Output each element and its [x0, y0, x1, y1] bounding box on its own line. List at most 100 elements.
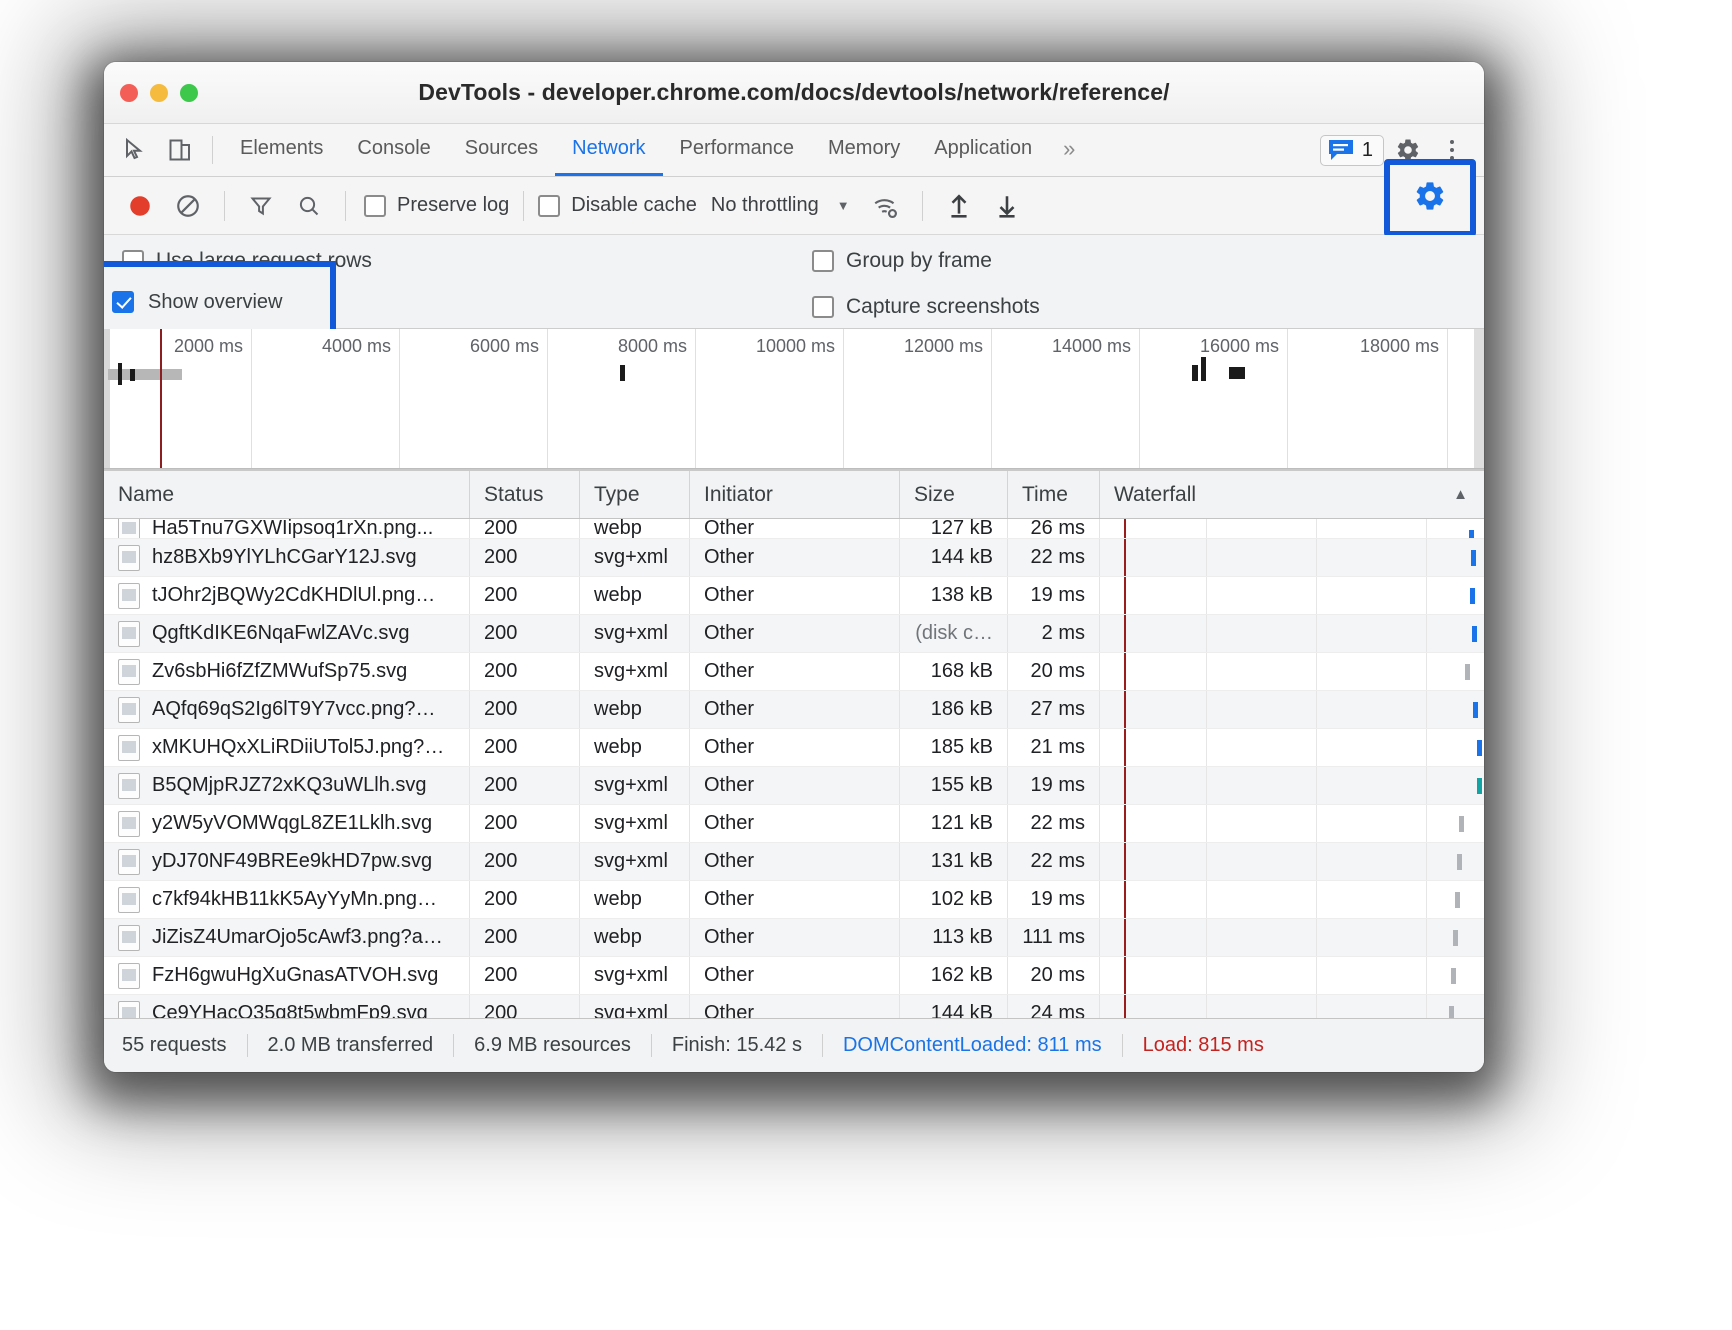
cell-name[interactable]: QgftKdIKE6NqaFwlZAVc.svg — [104, 615, 470, 652]
column-header-type[interactable]: Type — [580, 471, 690, 518]
cell-waterfall[interactable] — [1100, 881, 1484, 918]
network-status-bar: 55 requests 2.0 MB transferred 6.9 MB re… — [104, 1018, 1484, 1072]
table-row[interactable]: hz8BXb9YlYLhCGarY12J.svg 200 svg+xml Other 1… — [104, 539, 1484, 577]
cell-waterfall[interactable] — [1100, 615, 1484, 652]
record-button-icon[interactable] — [118, 184, 162, 228]
cell-waterfall[interactable] — [1100, 691, 1484, 728]
export-har-icon[interactable] — [985, 184, 1029, 228]
column-header-initiator[interactable]: Initiator — [690, 471, 900, 518]
cell-waterfall[interactable] — [1100, 729, 1484, 766]
import-har-icon[interactable] — [937, 184, 981, 228]
capture-screenshots-box[interactable] — [812, 296, 834, 318]
cell-name[interactable]: B5QMjpRJZ72xKQ3uWLlh.svg — [104, 767, 470, 804]
search-icon[interactable] — [287, 184, 331, 228]
table-row[interactable]: FzH6gwuHgXuGnasATVOH.svg 200 svg+xml Other 1… — [104, 957, 1484, 995]
overview-left-handle[interactable] — [104, 329, 110, 468]
window-traffic-lights[interactable] — [120, 84, 198, 102]
cell-waterfall[interactable] — [1100, 957, 1484, 994]
disable-cache-checkbox[interactable]: Disable cache — [538, 194, 697, 217]
option-group-by-frame[interactable]: Group by frame — [812, 249, 1484, 273]
tab-sources[interactable]: Sources — [448, 124, 555, 176]
table-row[interactable]: tJOhr2jBQWy2CdKHDlUl.png… 200 webp Other 138… — [104, 577, 1484, 615]
tab-memory[interactable]: Memory — [811, 124, 917, 176]
cell-waterfall[interactable] — [1100, 995, 1484, 1018]
tab-performance[interactable]: Performance — [663, 124, 812, 176]
preserve-log-checkbox[interactable]: Preserve log — [364, 194, 509, 217]
network-overview-timeline[interactable]: 2000 ms 4000 ms 6000 ms 8000 ms 10000 ms… — [104, 329, 1484, 469]
table-row[interactable]: Zv6sbHi6fZfZMWufSp75.svg 200 svg+xml Other 1… — [104, 653, 1484, 691]
cell-name[interactable]: c7kf94kHB11kK5AyYyMn.png… — [104, 881, 470, 918]
close-window-button[interactable] — [120, 84, 138, 102]
table-row[interactable]: B5QMjpRJZ72xKQ3uWLlh.svg 200 svg+xml Other 1… — [104, 767, 1484, 805]
cell-name[interactable]: xMKUHQxXLiRDiiUTol5J.png?… — [104, 729, 470, 766]
cell-name[interactable]: JiZisZ4UmarOjo5cAwf3.png?a… — [104, 919, 470, 956]
more-tabs-chevron-icon[interactable]: » — [1049, 124, 1089, 176]
cell-name[interactable]: hz8BXb9YlYLhCGarY12J.svg — [104, 539, 470, 576]
waterfall-load-line — [1124, 653, 1126, 690]
table-row[interactable]: Ha5Tnu7GXWIipsoq1rXn.png... 200 webp Other 1… — [104, 519, 1484, 539]
waterfall-bar — [1469, 530, 1474, 538]
cell-status: 200 — [470, 539, 580, 576]
minimize-window-button[interactable] — [150, 84, 168, 102]
sort-ascending-icon: ▲ — [1453, 486, 1468, 503]
table-row[interactable]: c7kf94kHB11kK5AyYyMn.png… 200 webp Other 102… — [104, 881, 1484, 919]
table-row[interactable]: xMKUHQxXLiRDiiUTol5J.png?… 200 webp Other 18… — [104, 729, 1484, 767]
table-row[interactable]: JiZisZ4UmarOjo5cAwf3.png?a… 200 webp Other 1… — [104, 919, 1484, 957]
disable-cache-box[interactable] — [538, 194, 561, 217]
network-conditions-icon[interactable] — [864, 184, 908, 228]
cell-waterfall[interactable] — [1100, 519, 1484, 538]
tab-console[interactable]: Console — [340, 124, 447, 176]
column-header-waterfall[interactable]: Waterfall ▲ — [1100, 471, 1484, 518]
cell-name[interactable]: AQfq69qS2Ig6lT9Y7vcc.png?… — [104, 691, 470, 728]
overview-right-handle[interactable] — [1474, 329, 1484, 468]
table-row[interactable]: Ce9YHacO35q8t5wbmFp9.svg 200 svg+xml Other 1… — [104, 995, 1484, 1018]
chevron-down-icon[interactable]: ▼ — [837, 198, 850, 213]
column-header-time[interactable]: Time — [1008, 471, 1100, 518]
table-row[interactable]: y2W5yVOMWqgL8ZE1Lklh.svg 200 svg+xml Other 1… — [104, 805, 1484, 843]
column-header-name[interactable]: Name — [104, 471, 470, 518]
waterfall-load-line — [1124, 919, 1126, 956]
cell-waterfall[interactable] — [1100, 653, 1484, 690]
cell-name[interactable]: yDJ70NF49BREe9kHD7pw.svg — [104, 843, 470, 880]
cell-waterfall[interactable] — [1100, 539, 1484, 576]
issues-chip[interactable]: 1 — [1319, 134, 1384, 166]
device-toolbar-icon[interactable] — [158, 124, 202, 176]
throttling-select[interactable]: No throttling — [711, 194, 819, 217]
requests-table-body[interactable]: Ha5Tnu7GXWIipsoq1rXn.png... 200 webp Other 1… — [104, 519, 1484, 1018]
cell-name[interactable]: Ce9YHacO35q8t5wbmFp9.svg — [104, 995, 470, 1018]
preserve-log-box[interactable] — [364, 194, 386, 217]
column-header-status[interactable]: Status — [470, 471, 580, 518]
cell-status: 200 — [470, 729, 580, 766]
cell-name[interactable]: y2W5yVOMWqgL8ZE1Lklh.svg — [104, 805, 470, 842]
cell-waterfall[interactable] — [1100, 577, 1484, 614]
table-row[interactable]: QgftKdIKE6NqaFwlZAVc.svg 200 svg+xml Other(… — [104, 615, 1484, 653]
tab-network[interactable]: Network — [555, 124, 663, 176]
inspect-element-icon[interactable] — [114, 124, 158, 176]
cell-waterfall[interactable] — [1100, 767, 1484, 804]
cell-name[interactable]: Ha5Tnu7GXWIipsoq1rXn.png... — [104, 519, 470, 538]
column-header-size[interactable]: Size — [900, 471, 1008, 518]
maximize-window-button[interactable] — [180, 84, 198, 102]
tab-application[interactable]: Application — [917, 124, 1049, 176]
cell-name[interactable]: tJOhr2jBQWy2CdKHDlUl.png… — [104, 577, 470, 614]
table-row[interactable]: AQfq69qS2Ig6lT9Y7vcc.png?… 200 webp Other 18… — [104, 691, 1484, 729]
clear-icon[interactable] — [166, 184, 210, 228]
cell-waterfall[interactable] — [1100, 843, 1484, 880]
filter-funnel-icon[interactable] — [239, 184, 283, 228]
cell-waterfall[interactable] — [1100, 805, 1484, 842]
cell-waterfall[interactable] — [1100, 919, 1484, 956]
cell-name[interactable]: Zv6sbHi6fZfZMWufSp75.svg — [104, 653, 470, 690]
waterfall-gridline — [1426, 539, 1427, 576]
option-capture-screenshots[interactable]: Capture screenshots — [812, 295, 1484, 319]
cell-name[interactable]: FzH6gwuHgXuGnasATVOH.svg — [104, 957, 470, 994]
tab-elements[interactable]: Elements — [223, 124, 340, 176]
cell-type: webp — [580, 729, 690, 766]
show-overview-box[interactable] — [112, 291, 134, 313]
waterfall-gridline — [1206, 653, 1207, 690]
waterfall-bar — [1477, 740, 1482, 756]
waterfall-gridline — [1206, 957, 1207, 994]
table-row[interactable]: yDJ70NF49BREe9kHD7pw.svg 200 svg+xml Other 1… — [104, 843, 1484, 881]
network-settings-gear-icon[interactable] — [1413, 179, 1447, 218]
request-name: B5QMjpRJZ72xKQ3uWLlh.svg — [152, 774, 427, 796]
group-by-frame-box[interactable] — [812, 250, 834, 272]
